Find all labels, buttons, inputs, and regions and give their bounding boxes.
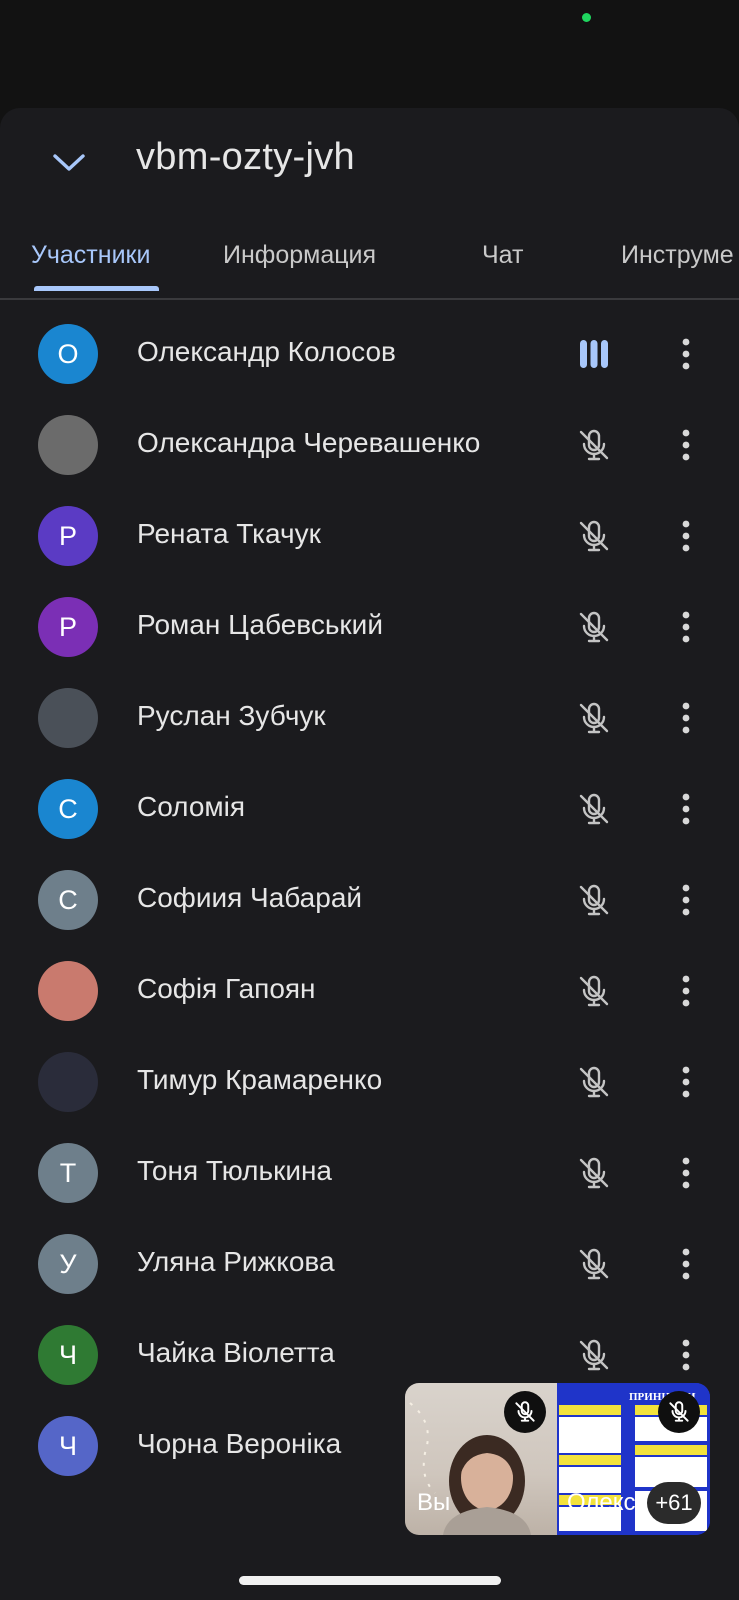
participant-name: Олександр Колосов xyxy=(137,336,396,367)
avatar: С xyxy=(38,779,98,839)
avatar: У xyxy=(38,1234,98,1294)
participant-row[interactable]: У Уляна Рижкова xyxy=(0,1218,739,1309)
speaking-icon xyxy=(574,334,614,374)
tab-tools[interactable]: Инструме xyxy=(621,241,734,270)
participant-name: Соломія xyxy=(137,791,246,822)
mic-off-icon xyxy=(574,425,614,465)
participant-name: Чорна Вероніка xyxy=(137,1428,342,1459)
participant-row[interactable]: Софія Гапоян xyxy=(0,945,739,1036)
presenter-mic-off-badge xyxy=(658,1391,700,1433)
participant-row[interactable]: С Софиия Чабарай xyxy=(0,854,739,945)
sheet-header: vbm-ozty-jvh xyxy=(0,108,739,218)
collapse-button[interactable] xyxy=(44,138,94,188)
mic-off-icon xyxy=(574,1335,614,1375)
more-options-icon[interactable] xyxy=(668,425,704,465)
mic-off-icon xyxy=(574,698,614,738)
meeting-code: vbm-ozty-jvh xyxy=(136,136,355,178)
participant-row[interactable]: О Олександр Колосов xyxy=(0,308,739,399)
avatar: Т xyxy=(38,1143,98,1203)
avatar: Ч xyxy=(38,1325,98,1385)
mic-off-icon xyxy=(669,1401,689,1422)
tab-chat[interactable]: Чат xyxy=(482,241,523,270)
active-tab-indicator xyxy=(34,286,159,291)
more-options-icon[interactable] xyxy=(668,789,704,829)
participant-row[interactable]: С Соломія xyxy=(0,763,739,854)
participant-name: Тимур Крамаренко xyxy=(137,1064,383,1095)
avatar: Р xyxy=(38,506,98,566)
participant-row[interactable]: Руслан Зубчук xyxy=(0,672,739,763)
participant-name: Роман Цабевський xyxy=(137,609,383,640)
mic-off-icon xyxy=(574,789,614,829)
camera-active-indicator xyxy=(582,13,591,22)
chevron-down-icon xyxy=(53,154,85,171)
self-mic-off-badge xyxy=(504,1391,546,1433)
more-options-icon[interactable] xyxy=(668,698,704,738)
mic-off-icon xyxy=(574,1062,614,1102)
more-options-icon[interactable] xyxy=(668,1335,704,1375)
presenter-label: Олекс xyxy=(567,1489,636,1516)
participant-name: Чайка Віолетта xyxy=(137,1337,335,1368)
more-options-icon[interactable] xyxy=(668,1244,704,1284)
self-label: Вы xyxy=(417,1489,451,1516)
mic-off-icon xyxy=(574,1153,614,1193)
more-options-icon[interactable] xyxy=(668,1062,704,1102)
avatar xyxy=(38,415,98,475)
mic-off-icon xyxy=(574,880,614,920)
avatar: С xyxy=(38,870,98,930)
participant-name: Олександра Черевашенко xyxy=(137,427,481,458)
avatar: Ч xyxy=(38,1416,98,1476)
participant-row[interactable]: Олександра Черевашенко xyxy=(0,399,739,490)
mic-off-icon xyxy=(574,516,614,556)
more-options-icon[interactable] xyxy=(668,607,704,647)
participants-sheet: vbm-ozty-jvh Участники Информация Чат Ин… xyxy=(0,108,739,1600)
avatar: О xyxy=(38,324,98,384)
participant-name: Рената Ткачук xyxy=(137,518,321,549)
participant-row[interactable]: Т Тоня Тюлькина xyxy=(0,1127,739,1218)
avatar xyxy=(38,688,98,748)
mic-off-icon xyxy=(574,1244,614,1284)
participant-name: Руслан Зубчук xyxy=(137,700,326,731)
participants-list: О Олександр Колосов Олександра Черевашенко… xyxy=(0,308,739,1491)
more-options-icon[interactable] xyxy=(668,334,704,374)
participant-name: Софія Гапоян xyxy=(137,973,316,1004)
self-view-pip[interactable]: Вы ПРИНЦИПИ Олекс +61 xyxy=(405,1383,710,1535)
more-options-icon[interactable] xyxy=(668,971,704,1011)
participant-row[interactable]: Р Рената Ткачук xyxy=(0,490,739,581)
tab-participants[interactable]: Участники xyxy=(31,241,150,270)
more-participants-badge[interactable]: +61 xyxy=(647,1482,701,1524)
participant-name: Уляна Рижкова xyxy=(137,1246,335,1277)
more-options-icon[interactable] xyxy=(668,880,704,920)
home-indicator[interactable] xyxy=(239,1576,501,1585)
participant-name: Софиия Чабарай xyxy=(137,882,363,913)
avatar xyxy=(38,1052,98,1112)
participant-row[interactable]: Тимур Крамаренко xyxy=(0,1036,739,1127)
more-options-icon[interactable] xyxy=(668,1153,704,1193)
avatar xyxy=(38,961,98,1021)
participant-name: Тоня Тюлькина xyxy=(137,1155,333,1186)
mic-off-icon xyxy=(574,971,614,1011)
avatar: Р xyxy=(38,597,98,657)
more-options-icon[interactable] xyxy=(668,516,704,556)
mic-off-icon xyxy=(515,1401,535,1422)
self-video-tile: Вы xyxy=(405,1383,557,1535)
tab-info[interactable]: Информация xyxy=(223,241,376,270)
mic-off-icon xyxy=(574,607,614,647)
participant-row[interactable]: Р Роман Цабевський xyxy=(0,581,739,672)
